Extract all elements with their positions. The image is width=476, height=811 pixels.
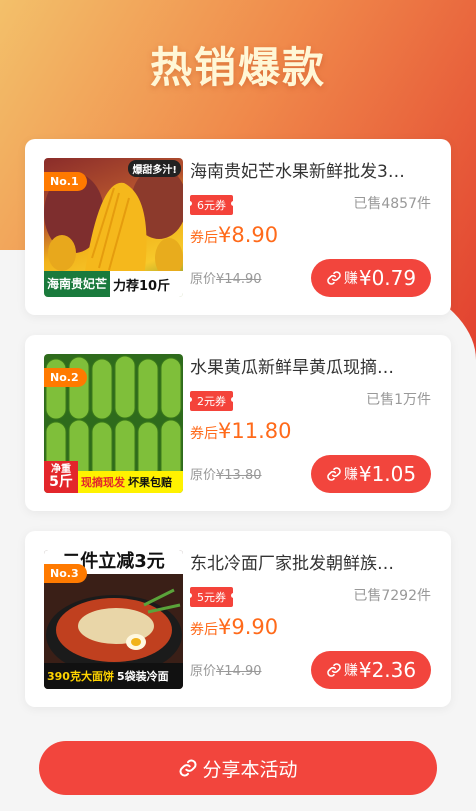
thumb-left-text: 390克大面饼 [47, 670, 114, 683]
product-title[interactable]: 海南贵妃芒水果新鲜批发3… [190, 157, 435, 182]
product-card[interactable]: 净重 5斤 现摘现发 坏果包赔 No.2 水果黄瓜新鲜旱黄瓜现摘… 2元券 已售… [25, 335, 451, 511]
thumb-right-text: 力荐10斤 [113, 278, 171, 294]
product-card[interactable]: 爆甜多汁! 海南贵妃芒 力荐10斤 No.1 海南贵妃芒水果新鲜批发3… 6元券… [25, 139, 451, 315]
orig-label: 原价 [190, 664, 217, 679]
earn-amount: ¥0.79 [358, 266, 417, 290]
orig-label: 原价 [190, 468, 217, 483]
thumb-banner: 390克大面饼 5袋装冷面 [44, 663, 183, 689]
orig-value: ¥13.80 [216, 468, 262, 483]
thumb-right-text: 坏果包赔 [128, 476, 172, 489]
share-label: 分享本活动 [202, 758, 298, 781]
coupon-badge: 6元券 [187, 195, 236, 215]
link-icon [180, 759, 197, 777]
price-value: ¥8.90 [218, 223, 279, 247]
price-value: ¥11.80 [218, 419, 292, 443]
after-coupon-price: 券后¥11.80 [190, 419, 291, 443]
price-value: ¥9.90 [218, 615, 279, 639]
after-coupon-price: 券后¥9.90 [190, 615, 278, 639]
product-title[interactable]: 水果黄瓜新鲜旱黄瓜现摘… [190, 353, 435, 378]
link-icon [327, 467, 341, 481]
earn-button[interactable]: 赚 ¥1.05 [311, 455, 431, 493]
original-price: 原价¥14.90 [190, 660, 262, 679]
orig-value: ¥14.90 [216, 272, 262, 287]
sold-count: 已售7292件 [353, 588, 431, 604]
thumb-mid-text: 现摘现发 [81, 476, 125, 489]
sold-count: 已售1万件 [366, 392, 431, 408]
earn-button[interactable]: 赚 ¥0.79 [311, 259, 431, 297]
page-title: 热销爆款 [149, 43, 326, 92]
earn-amount: ¥2.36 [358, 658, 417, 682]
original-price: 原价¥14.90 [190, 268, 262, 287]
coupon-badge: 5元券 [187, 587, 236, 607]
sold-count: 已售4857件 [353, 196, 431, 212]
thumb-right-text: 5袋装冷面 [116, 670, 169, 683]
after-coupon-price: 券后¥8.90 [190, 223, 278, 247]
link-icon [327, 271, 341, 285]
thumb-banner: 现摘现发 坏果包赔 [78, 471, 183, 493]
thumb-tag: 爆甜多汁! [128, 160, 181, 177]
coupon-badge: 2元券 [187, 391, 236, 411]
share-activity-button[interactable]: 分享本活动 [39, 741, 437, 795]
thumb-weight-value: 5斤 [49, 474, 73, 490]
thumb-weight-badge: 净重 5斤 [44, 461, 78, 493]
earn-label: 赚 [343, 663, 358, 679]
rank-badge: No.3 [44, 564, 87, 583]
thumb-banner: 海南贵妃芒 力荐10斤 [44, 271, 183, 297]
earn-amount: ¥1.05 [358, 462, 417, 486]
rank-badge: No.1 [44, 172, 87, 191]
earn-button[interactable]: 赚 ¥2.36 [311, 651, 431, 689]
earn-label: 赚 [343, 271, 358, 287]
after-label: 券后 [190, 230, 218, 246]
after-label: 券后 [190, 426, 218, 442]
product-title[interactable]: 东北冷面厂家批发朝鲜族… [190, 549, 435, 574]
thumb-left-text: 海南贵妃芒 [44, 271, 111, 297]
orig-value: ¥14.90 [216, 664, 262, 679]
earn-label: 赚 [343, 467, 358, 483]
orig-label: 原价 [190, 272, 217, 287]
rank-badge: No.2 [44, 368, 87, 387]
product-card[interactable]: 二件立减3元 390克大面饼 5袋装冷面 No.3 东北冷面厂家批发朝鲜族… 5… [25, 531, 451, 707]
original-price: 原价¥13.80 [190, 464, 262, 483]
link-icon [327, 663, 341, 677]
after-label: 券后 [190, 622, 218, 638]
